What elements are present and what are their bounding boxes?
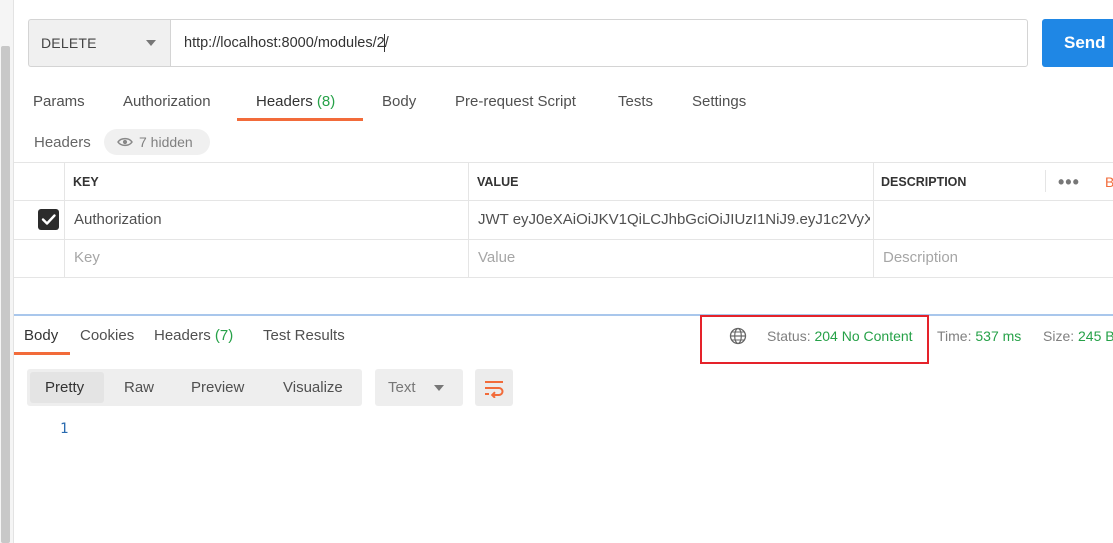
column-header-key: KEY — [73, 175, 99, 189]
size-value: 245 B — [1078, 328, 1113, 344]
status-highlight-box — [700, 315, 929, 364]
response-pane-divider[interactable] — [14, 314, 1113, 316]
send-button[interactable]: Send — [1042, 19, 1113, 67]
tab-authorization[interactable]: Authorization — [123, 92, 211, 112]
table-border — [14, 239, 1113, 240]
line-number: 1 — [60, 421, 69, 437]
chevron-down-icon — [146, 40, 156, 46]
bulk-edit-link[interactable]: B — [1105, 174, 1113, 190]
size-readout: Size: 245 B — [1043, 328, 1113, 344]
tab-settings[interactable]: Settings — [692, 92, 746, 112]
time-readout: Time: 537 ms — [937, 328, 1022, 344]
tab-pre-request-script[interactable]: Pre-request Script — [455, 92, 576, 112]
response-tab-test-results[interactable]: Test Results — [263, 326, 345, 346]
response-tab-cookies[interactable]: Cookies — [80, 326, 134, 346]
tab-headers[interactable]: Headers (8) — [256, 92, 335, 112]
table-divider — [468, 162, 469, 278]
view-visualize-button[interactable]: Visualize — [283, 378, 343, 398]
view-pretty-button[interactable]: Pretty — [45, 378, 84, 398]
checkmark-icon — [41, 214, 56, 225]
format-label: Text — [388, 379, 416, 396]
wrap-lines-icon — [485, 380, 504, 398]
url-input[interactable]: http://localhost:8000/modules/2/ — [170, 19, 1028, 67]
active-tab-indicator — [237, 118, 363, 121]
headers-section-label: Headers — [34, 134, 91, 151]
method-select[interactable]: DELETE — [28, 19, 170, 67]
table-divider — [64, 162, 65, 278]
ellipsis-icon[interactable]: ••• — [1058, 172, 1080, 193]
table-border — [14, 200, 1113, 201]
response-tab-headers[interactable]: Headers (7) — [154, 326, 233, 346]
url-text: http://localhost:8000/modules/2/ — [184, 34, 389, 52]
header-enabled-checkbox[interactable] — [38, 209, 59, 230]
new-value-input[interactable]: Value — [478, 248, 515, 268]
tab-params[interactable]: Params — [33, 92, 85, 112]
column-header-value: VALUE — [477, 175, 519, 189]
hidden-headers-toggle[interactable]: 7 hidden — [104, 129, 210, 155]
time-value: 537 ms — [975, 328, 1022, 344]
table-border — [14, 277, 1113, 278]
method-label: DELETE — [41, 35, 97, 51]
eye-icon — [117, 137, 133, 147]
tab-body[interactable]: Body — [382, 92, 416, 112]
view-preview-button[interactable]: Preview — [191, 378, 244, 398]
header-key-cell[interactable]: Authorization — [74, 210, 162, 230]
active-response-tab-indicator — [14, 352, 70, 355]
wrap-lines-button[interactable] — [475, 369, 513, 406]
vertical-scrollbar[interactable] — [1, 46, 10, 543]
table-divider — [1045, 170, 1046, 192]
hidden-count: 7 hidden — [139, 134, 193, 150]
view-raw-button[interactable]: Raw — [124, 378, 154, 398]
chevron-down-icon — [434, 385, 444, 391]
table-border-top — [14, 162, 1113, 163]
header-value-cell[interactable]: JWT eyJ0eXAiOiJKV1QiLCJhbGciOiJIUzI1NiJ9… — [478, 210, 870, 230]
table-divider — [873, 162, 874, 278]
new-key-input[interactable]: Key — [74, 248, 100, 268]
response-tab-body[interactable]: Body — [24, 326, 58, 346]
new-description-input[interactable]: Description — [883, 248, 958, 268]
tab-tests[interactable]: Tests — [618, 92, 653, 112]
column-header-description: DESCRIPTION — [881, 175, 967, 189]
